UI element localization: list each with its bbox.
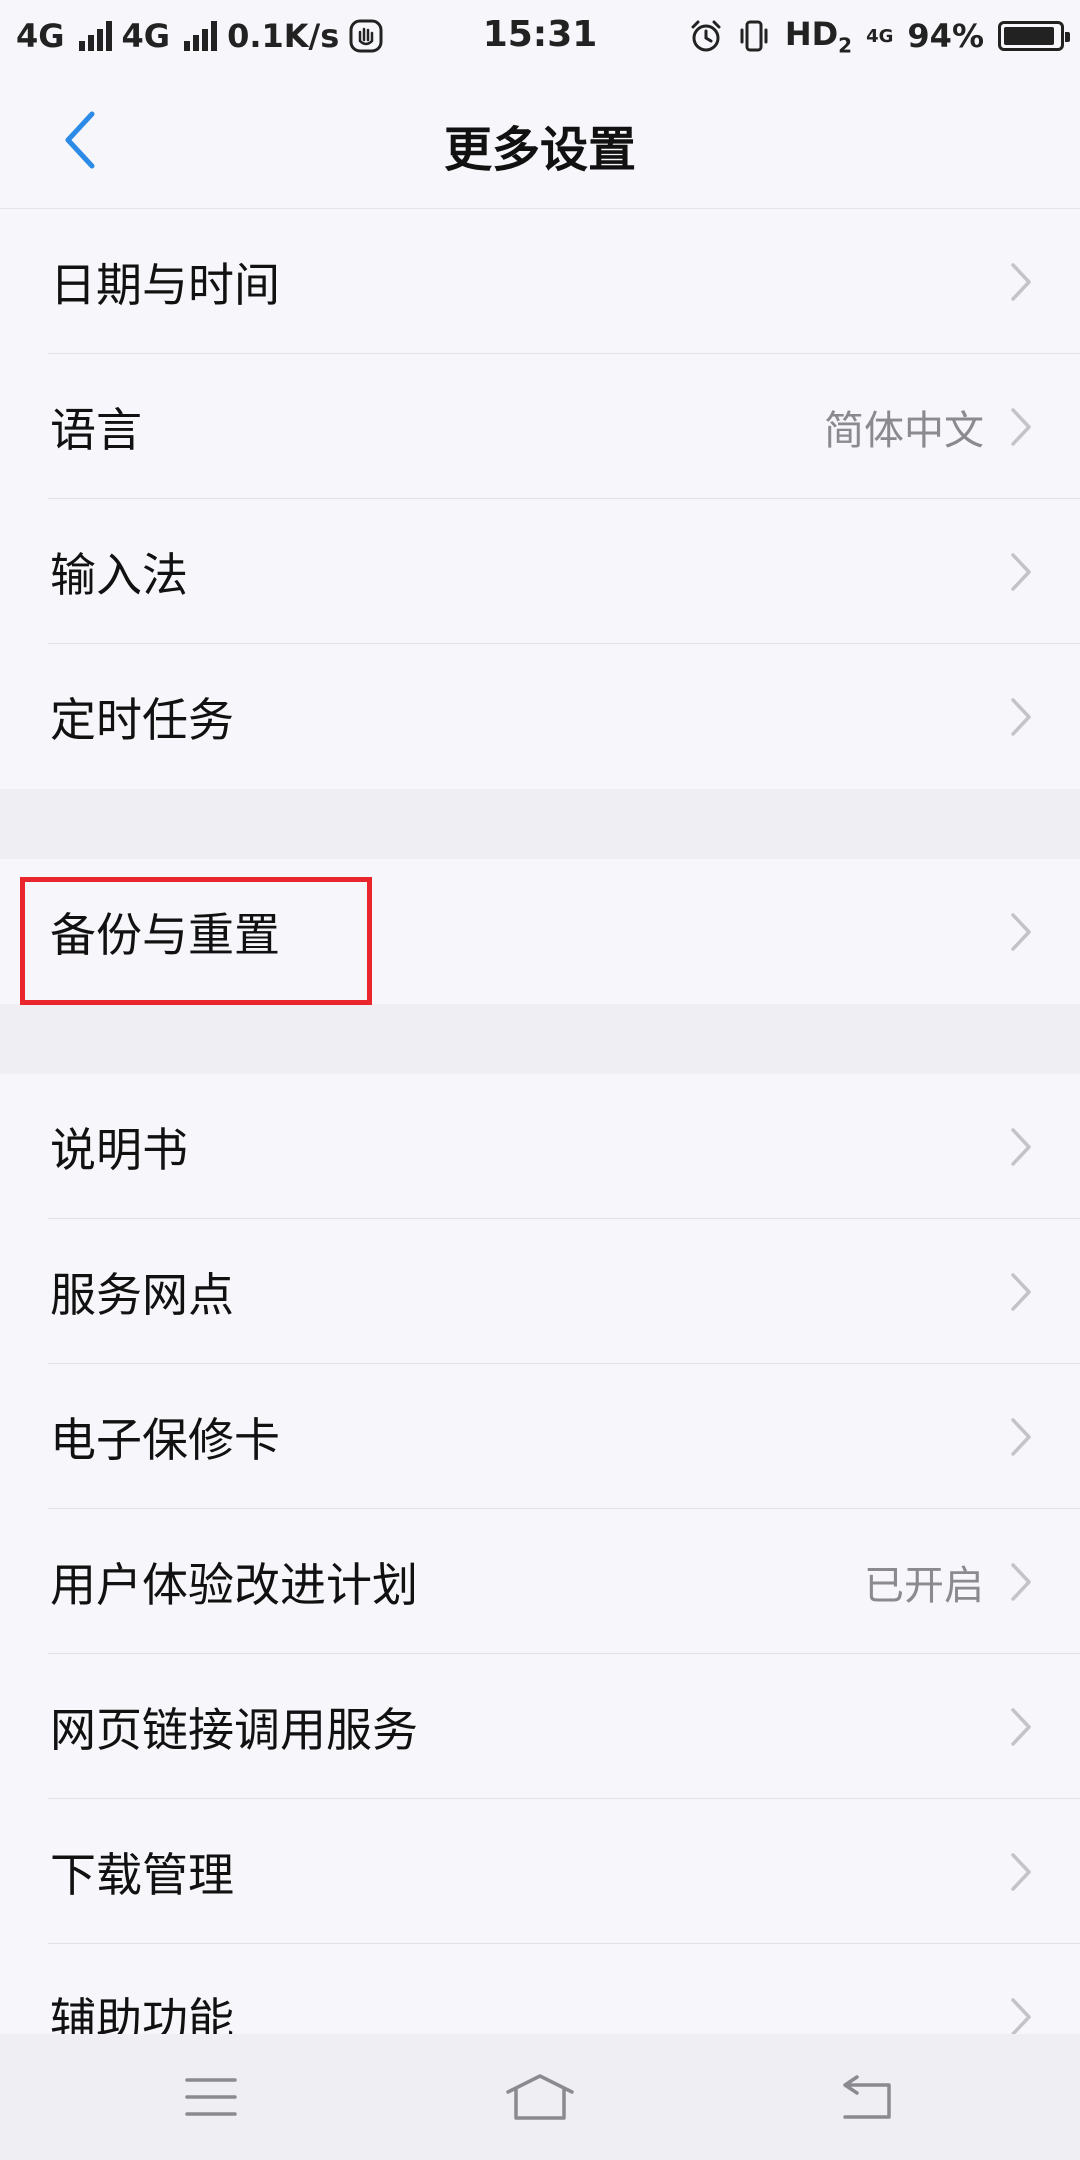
chevron-right-icon <box>1006 1850 1036 1894</box>
battery-icon <box>998 21 1070 51</box>
menu-icon <box>185 2078 237 2116</box>
chevron-right-icon <box>1006 1125 1036 1169</box>
battery-level <box>1004 27 1055 45</box>
return-icon <box>843 2075 891 2119</box>
chevron-right-icon <box>1006 405 1036 449</box>
hd-indicator: HD2 <box>785 15 852 57</box>
battery-percent: 94% <box>907 17 984 55</box>
row-manual[interactable]: 说明书 <box>0 1074 1080 1219</box>
row-label: 说明书 <box>50 1122 188 1177</box>
hd-sub: 2 <box>838 33 853 58</box>
hd-label: HD <box>784 14 839 53</box>
navigation-bar <box>0 2034 1080 2160</box>
settings-list: 日期与时间 语言 简体中文 输入法 定时任务 备份与重置 说明书 服务网点 电子… <box>0 209 1080 2089</box>
row-language[interactable]: 语言 简体中文 <box>0 354 1080 499</box>
home-button[interactable] <box>495 2062 585 2132</box>
row-backup-reset[interactable]: 备份与重置 <box>0 859 1080 1005</box>
row-input-method[interactable]: 输入法 <box>0 499 1080 644</box>
chevron-right-icon <box>1006 1415 1036 1459</box>
vibrate-icon <box>740 20 768 52</box>
row-label: 日期与时间 <box>50 257 280 312</box>
row-label: 电子保修卡 <box>50 1412 280 1467</box>
group-separator <box>0 789 1080 859</box>
chevron-right-icon <box>1006 1270 1036 1314</box>
row-scheduled-tasks[interactable]: 定时任务 <box>0 644 1080 789</box>
chevron-right-icon <box>1006 1995 1036 2039</box>
chevron-right-icon <box>1006 260 1036 304</box>
row-label: 用户体验改进计划 <box>50 1557 418 1612</box>
header: 更多设置 <box>0 72 1080 209</box>
row-label: 服务网点 <box>50 1267 234 1322</box>
row-date-time[interactable]: 日期与时间 <box>0 209 1080 354</box>
row-label: 语言 <box>50 402 142 457</box>
chevron-right-icon <box>1006 910 1036 954</box>
group-separator <box>0 1004 1080 1074</box>
row-value: 已开启 <box>864 1562 984 1609</box>
chevron-right-icon <box>1006 550 1036 594</box>
row-warranty-card[interactable]: 电子保修卡 <box>0 1364 1080 1509</box>
chevron-right-icon <box>1006 1705 1036 1749</box>
row-download-manager[interactable]: 下载管理 <box>0 1799 1080 1944</box>
home-icon <box>506 2074 574 2120</box>
settings-group-2: 备份与重置 <box>0 859 1080 1005</box>
chevron-right-icon <box>1006 1560 1036 1604</box>
alarm-icon <box>691 20 721 52</box>
row-label: 下载管理 <box>50 1847 234 1902</box>
row-label: 定时任务 <box>50 692 234 747</box>
settings-group-3: 说明书 服务网点 电子保修卡 用户体验改进计划 已开启 网页链接调用服务 下载管… <box>0 1074 1080 2089</box>
status-right: HD2 4G 94% <box>689 14 1070 58</box>
chevron-right-icon <box>1006 695 1036 739</box>
row-ux-improvement[interactable]: 用户体验改进计划 已开启 <box>0 1509 1080 1654</box>
page-title: 更多设置 <box>443 122 636 178</box>
status-bar: 4G 4G 0.1K/s 15:31 HD2 4G 94% <box>0 0 1080 72</box>
menu-button[interactable] <box>166 2062 256 2132</box>
row-label: 输入法 <box>50 547 188 602</box>
network-small: 4G <box>866 25 894 47</box>
back-nav-button[interactable] <box>822 2062 912 2132</box>
settings-group-1: 日期与时间 语言 简体中文 输入法 定时任务 <box>0 209 1080 789</box>
row-label: 备份与重置 <box>50 907 280 962</box>
row-service-outlets[interactable]: 服务网点 <box>0 1219 1080 1364</box>
row-web-link-service[interactable]: 网页链接调用服务 <box>0 1654 1080 1799</box>
row-value: 简体中文 <box>824 407 984 454</box>
row-label: 网页链接调用服务 <box>50 1702 418 1757</box>
